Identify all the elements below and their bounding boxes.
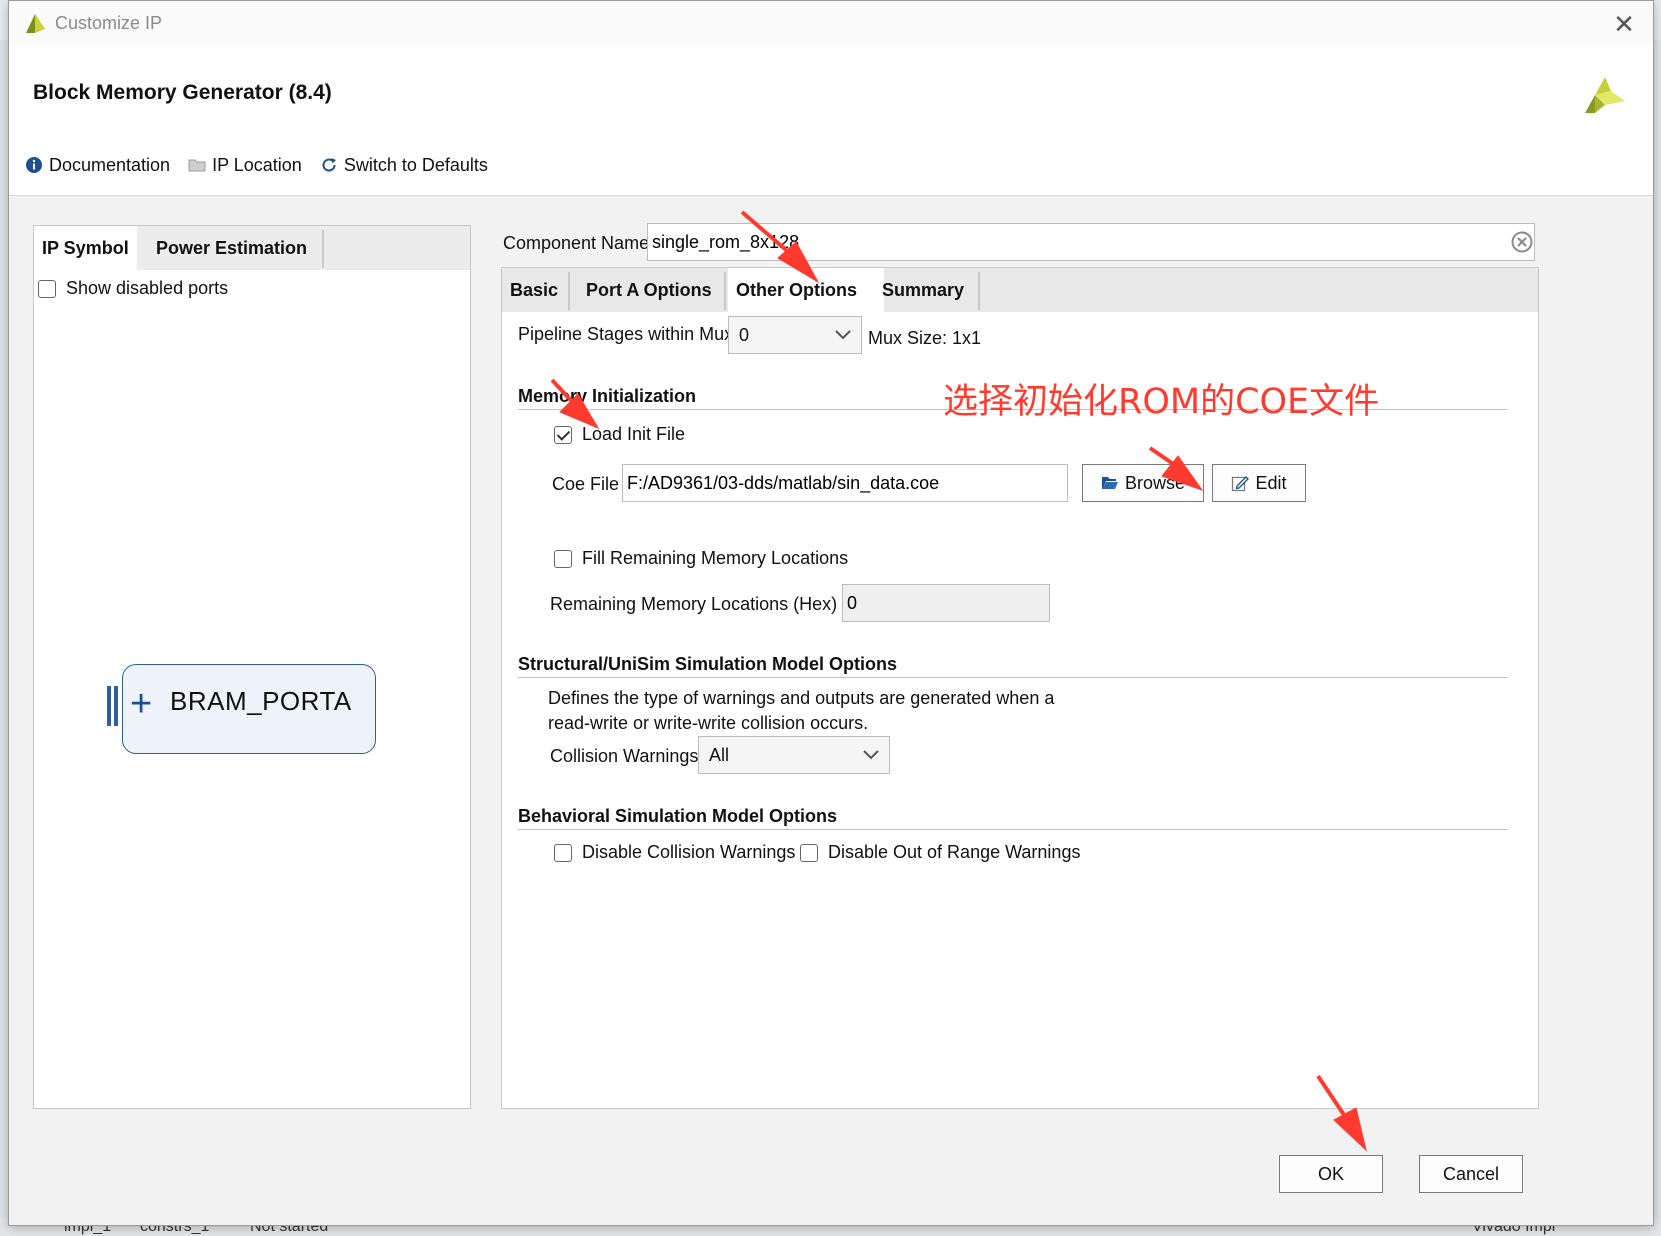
bram-porta-label: BRAM_PORTA bbox=[170, 686, 352, 716]
switch-to-defaults-button[interactable]: Switch to Defaults bbox=[320, 155, 488, 176]
ip-symbol-panel: IP Symbol Power Estimation Show disabled… bbox=[33, 225, 471, 1109]
behavioral-options-title: Behavioral Simulation Model Options bbox=[518, 806, 838, 826]
browse-button[interactable]: Browse bbox=[1082, 464, 1204, 502]
coe-file-input[interactable] bbox=[622, 464, 1068, 502]
structural-description-line2: read-write or write-write collision occu… bbox=[548, 713, 869, 733]
annotation-text: 选择初始化ROM的COE文件 bbox=[943, 382, 1380, 422]
remaining-memory-input[interactable] bbox=[842, 584, 1050, 622]
section-divider bbox=[518, 829, 1508, 830]
ip-name: Block Memory Generator (8.4) bbox=[33, 81, 332, 104]
dialog-header: Block Memory Generator (8.4) Documentati… bbox=[9, 45, 1653, 196]
tab-port-a-options[interactable]: Port A Options bbox=[578, 268, 720, 312]
refresh-icon bbox=[322, 158, 336, 172]
tab-separator bbox=[322, 230, 324, 268]
mux-size-text: Mux Size: 1x1 bbox=[868, 328, 982, 348]
load-init-file-label: Load Init File bbox=[582, 424, 686, 444]
tab-other-options[interactable]: Other Options bbox=[728, 268, 884, 312]
cancel-label: Cancel bbox=[1442, 1163, 1500, 1184]
pipeline-stages-select[interactable]: 0 bbox=[728, 316, 862, 354]
bus-interface-icon bbox=[107, 686, 118, 726]
coe-file-label: Coe File bbox=[552, 474, 620, 494]
show-disabled-ports-row: Show disabled ports bbox=[38, 278, 228, 299]
disable-range-checkbox[interactable] bbox=[800, 843, 818, 862]
ok-button[interactable]: OK bbox=[1279, 1155, 1383, 1193]
edit-icon bbox=[1232, 476, 1250, 492]
chevron-down-icon bbox=[835, 330, 851, 340]
tab-basic[interactable]: Basic bbox=[502, 268, 566, 312]
load-init-file-checkbox[interactable] bbox=[554, 425, 572, 444]
component-name-label: Component Name bbox=[503, 233, 650, 253]
tab-ip-symbol[interactable]: IP Symbol bbox=[34, 226, 137, 270]
component-name-input[interactable] bbox=[647, 223, 1535, 261]
documentation-button[interactable]: Documentation bbox=[25, 155, 170, 176]
toolbar: Documentation IP Location Switch to Defa… bbox=[25, 151, 488, 179]
close-icon[interactable]: ✕ bbox=[1609, 9, 1639, 39]
pipeline-stages-label: Pipeline Stages within Mux bbox=[518, 324, 734, 344]
browse-label: Browse bbox=[1124, 472, 1186, 493]
cancel-button[interactable]: Cancel bbox=[1419, 1155, 1523, 1193]
disable-collision-row: Disable Collision Warnings bbox=[554, 842, 795, 863]
tab-separator bbox=[724, 272, 726, 310]
clear-icon[interactable] bbox=[1511, 231, 1533, 253]
collision-warnings-label: Collision Warnings bbox=[550, 746, 699, 766]
structural-options-title: Structural/UniSim Simulation Model Optio… bbox=[518, 654, 898, 674]
show-disabled-ports-label: Show disabled ports bbox=[66, 278, 229, 298]
remaining-memory-label: Remaining Memory Locations (Hex) bbox=[550, 594, 838, 614]
fill-remaining-label: Fill Remaining Memory Locations bbox=[582, 548, 849, 568]
section-divider bbox=[518, 677, 1508, 678]
edit-label: Edit bbox=[1255, 472, 1287, 493]
ok-label: OK bbox=[1317, 1163, 1344, 1184]
expand-plus-icon[interactable]: + bbox=[130, 682, 152, 726]
collision-warnings-value: All bbox=[709, 744, 730, 765]
ip-location-button[interactable]: IP Location bbox=[188, 155, 302, 176]
load-init-file-row: Load Init File bbox=[554, 424, 685, 445]
config-tab-bar: Basic Port A Options Other Options Summa… bbox=[502, 268, 1538, 312]
chevron-down-icon bbox=[863, 750, 879, 760]
collision-warnings-select[interactable]: All bbox=[698, 736, 890, 774]
info-icon bbox=[26, 157, 42, 173]
tab-separator bbox=[978, 272, 980, 310]
tab-summary[interactable]: Summary bbox=[874, 268, 972, 312]
structural-description-line1: Defines the type of warnings and outputs… bbox=[548, 688, 1055, 708]
fill-remaining-checkbox[interactable] bbox=[554, 549, 572, 568]
disable-range-row: Disable Out of Range Warnings bbox=[800, 842, 1080, 863]
documentation-label: Documentation bbox=[49, 154, 171, 175]
window-title: Customize IP bbox=[55, 13, 163, 33]
show-disabled-ports-checkbox[interactable] bbox=[38, 279, 56, 298]
fill-remaining-row: Fill Remaining Memory Locations bbox=[554, 548, 848, 569]
disable-collision-label: Disable Collision Warnings bbox=[582, 842, 796, 862]
pipeline-stages-value: 0 bbox=[739, 324, 750, 345]
tab-power-estimation[interactable]: Power Estimation bbox=[148, 226, 315, 270]
ip-location-label: IP Location bbox=[212, 154, 302, 175]
memory-initialization-title: Memory Initialization bbox=[518, 386, 697, 406]
folder-open-icon bbox=[1101, 477, 1118, 489]
customize-ip-dialog: Customize IP ✕ Block Memory Generator (8… bbox=[8, 0, 1654, 1226]
xilinx-logo-icon bbox=[1585, 77, 1625, 113]
edit-button[interactable]: Edit bbox=[1212, 464, 1306, 502]
disable-collision-checkbox[interactable] bbox=[554, 843, 572, 862]
title-bar: Customize IP ✕ bbox=[9, 1, 1653, 45]
switch-to-defaults-label: Switch to Defaults bbox=[343, 154, 488, 175]
vivado-app-icon bbox=[26, 14, 45, 33]
folder-icon bbox=[188, 159, 206, 172]
disable-range-label: Disable Out of Range Warnings bbox=[828, 842, 1081, 862]
tab-separator bbox=[568, 272, 570, 310]
left-tab-bar: IP Symbol Power Estimation bbox=[34, 226, 470, 270]
